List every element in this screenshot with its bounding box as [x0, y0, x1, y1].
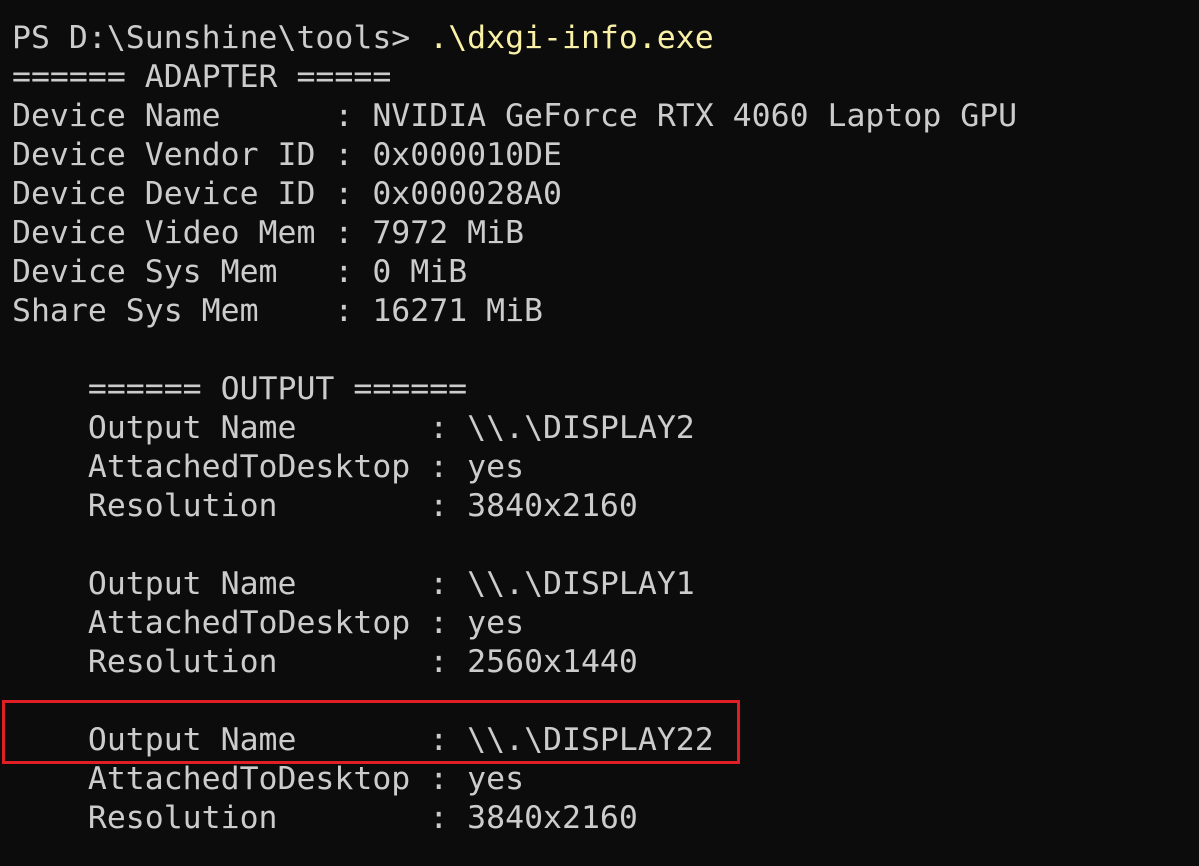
- output-value: yes: [467, 605, 525, 641]
- separator: :: [429, 800, 468, 836]
- separator: :: [429, 566, 468, 602]
- output-key: Output Name: [12, 410, 430, 446]
- separator: :: [334, 137, 373, 173]
- output-attached-line: AttachedToDesktop : yes: [12, 760, 524, 799]
- output-attached-line: AttachedToDesktop : yes: [12, 448, 524, 487]
- output-key: Resolution: [12, 800, 430, 836]
- output-name-line: Output Name : \\.\DISPLAY2: [12, 409, 695, 448]
- output-header: ====== OUTPUT ======: [12, 371, 468, 407]
- separator: :: [334, 176, 373, 212]
- output-key: AttachedToDesktop: [12, 449, 430, 485]
- prompt-line: PS D:\Sunshine\tools> .\dxgi-info.exe: [12, 19, 714, 58]
- separator: :: [334, 293, 373, 329]
- output-resolution-line: Resolution : 3840x2160: [12, 487, 638, 526]
- output-key: Output Name: [12, 566, 430, 602]
- command-text: .\dxgi-info.exe: [429, 20, 714, 56]
- output-value: yes: [467, 761, 525, 797]
- adapter-value: 0 MiB: [372, 254, 468, 290]
- adapter-value: 16271 MiB: [372, 293, 544, 329]
- output-resolution-line: Resolution : 2560x1440: [12, 643, 638, 682]
- output-value: yes: [467, 449, 525, 485]
- separator: :: [429, 644, 468, 680]
- adapter-key: Device Video Mem: [12, 215, 335, 251]
- adapter-row-share-sys-mem: Share Sys Mem : 16271 MiB: [12, 292, 543, 331]
- output-value: 3840x2160: [467, 800, 638, 836]
- prompt-text: PS D:\Sunshine\tools>: [12, 20, 430, 56]
- separator: :: [334, 98, 373, 134]
- output-key: AttachedToDesktop: [12, 605, 430, 641]
- output-value: \\.\DISPLAY1: [467, 566, 695, 602]
- output-key: AttachedToDesktop: [12, 761, 430, 797]
- adapter-key: Device Name: [12, 98, 335, 134]
- highlight-box: [2, 700, 740, 764]
- separator: :: [429, 410, 468, 446]
- output-attached-line: AttachedToDesktop : yes: [12, 604, 524, 643]
- adapter-row-video-mem: Device Video Mem : 7972 MiB: [12, 214, 524, 253]
- output-resolution-line: Resolution : 3840x2160: [12, 799, 638, 838]
- adapter-row-sys-mem: Device Sys Mem : 0 MiB: [12, 253, 467, 292]
- separator: :: [334, 215, 373, 251]
- adapter-value: NVIDIA GeForce RTX 4060 Laptop GPU: [372, 98, 1018, 134]
- adapter-key: Device Vendor ID: [12, 137, 335, 173]
- adapter-row-device-id: Device Device ID : 0x000028A0: [12, 175, 562, 214]
- separator: :: [429, 761, 468, 797]
- adapter-row-vendor-id: Device Vendor ID : 0x000010DE: [12, 136, 562, 175]
- adapter-value: 0x000028A0: [372, 176, 562, 212]
- adapter-key: Share Sys Mem: [12, 293, 335, 329]
- terminal-window[interactable]: PS D:\Sunshine\tools> .\dxgi-info.exe ==…: [0, 0, 1199, 866]
- output-name-line: Output Name : \\.\DISPLAY1: [12, 565, 695, 604]
- adapter-value: 0x000010DE: [372, 137, 562, 173]
- separator: :: [429, 488, 468, 524]
- output-value: 3840x2160: [467, 488, 638, 524]
- separator: :: [429, 449, 468, 485]
- adapter-key: Device Device ID: [12, 176, 335, 212]
- adapter-value: 7972 MiB: [372, 215, 525, 251]
- separator: :: [334, 254, 373, 290]
- output-key: Resolution: [12, 644, 430, 680]
- separator: :: [429, 605, 468, 641]
- adapter-row-device-name: Device Name : NVIDIA GeForce RTX 4060 La…: [12, 97, 1017, 136]
- output-value: \\.\DISPLAY2: [467, 410, 695, 446]
- output-key: Resolution: [12, 488, 430, 524]
- adapter-header: ====== ADAPTER =====: [12, 59, 392, 95]
- adapter-key: Device Sys Mem: [12, 254, 335, 290]
- output-value: 2560x1440: [467, 644, 638, 680]
